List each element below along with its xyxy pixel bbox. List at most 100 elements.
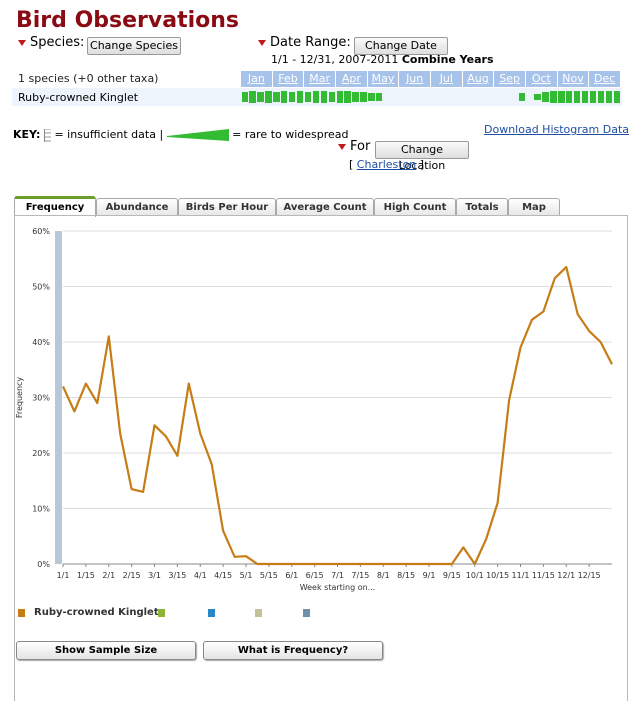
month-sep[interactable]: Sep bbox=[494, 71, 525, 87]
x-tick-label: 2/15 bbox=[123, 571, 141, 580]
month-aug[interactable]: Aug bbox=[462, 71, 494, 87]
histogram-week-bar bbox=[296, 90, 304, 104]
x-tick-label: 9/15 bbox=[443, 571, 461, 580]
insufficient-data-icon bbox=[43, 128, 51, 142]
tab-high-count[interactable]: High Count bbox=[374, 198, 456, 216]
key-row: KEY: = insufficient data | = rare to wid… bbox=[13, 128, 349, 142]
histogram-week-bar bbox=[605, 90, 613, 104]
month-mar[interactable]: Mar bbox=[304, 71, 335, 87]
download-histogram-link[interactable]: Download Histogram Data bbox=[484, 123, 629, 136]
triangle-down-icon bbox=[258, 39, 266, 46]
x-tick-label: 8/15 bbox=[397, 571, 415, 580]
x-tick-label: 6/15 bbox=[306, 571, 324, 580]
x-tick-label: 5/1 bbox=[240, 571, 253, 580]
for-label: For bbox=[350, 139, 371, 154]
date-range-text-row: 1/1 - 12/31, 2007-2011 Combine Years bbox=[271, 53, 494, 66]
histogram-week-bar bbox=[376, 93, 383, 101]
y-tick-label: 30% bbox=[32, 394, 50, 403]
species-row: Ruby-crowned Kinglet bbox=[12, 88, 622, 106]
bracket-close: ] bbox=[419, 158, 425, 171]
x-tick-label: 2/1 bbox=[102, 571, 115, 580]
change-location-button[interactable]: Change Location bbox=[375, 141, 469, 172]
x-tick-label: 3/1 bbox=[148, 571, 161, 580]
y-tick-label: 10% bbox=[32, 505, 50, 514]
month-dec[interactable]: Dec bbox=[589, 71, 620, 87]
date-range-label-row: Date Range: bbox=[258, 35, 351, 50]
x-axis-label: Week starting on... bbox=[300, 583, 376, 592]
histogram-strip bbox=[241, 88, 621, 106]
what-is-frequency-button[interactable]: What is Frequency? bbox=[203, 641, 383, 660]
x-tick-label: 11/15 bbox=[532, 571, 555, 580]
x-tick-label: 8/1 bbox=[377, 571, 390, 580]
y-tick-label: 40% bbox=[32, 338, 50, 347]
month-oct[interactable]: Oct bbox=[526, 71, 557, 87]
month-nov[interactable]: Nov bbox=[557, 71, 589, 87]
histogram-week-bar bbox=[574, 90, 581, 104]
histogram-week-bar bbox=[312, 90, 320, 104]
histogram-week-bar bbox=[542, 91, 549, 103]
legend-series-name: Ruby-crowned Kinglet bbox=[34, 607, 159, 618]
page-title: Bird Observations bbox=[16, 8, 239, 33]
histogram-week-bar bbox=[518, 93, 525, 101]
histogram-week-bar bbox=[336, 90, 343, 104]
location-row: [ Charleston ] bbox=[349, 158, 424, 171]
y-axis-label: Frequency bbox=[15, 377, 24, 419]
month-jul[interactable]: Jul bbox=[431, 71, 462, 87]
tab-frequency[interactable]: Frequency bbox=[14, 196, 96, 217]
x-tick-label: 1/1 bbox=[57, 571, 70, 580]
histogram-week-bar bbox=[550, 90, 557, 104]
x-tick-label: 12/1 bbox=[557, 571, 575, 580]
month-jan[interactable]: Jan bbox=[241, 71, 272, 87]
x-tick-label: 4/15 bbox=[214, 571, 232, 580]
tab-totals[interactable]: Totals bbox=[456, 198, 508, 216]
month-jun[interactable]: Jun bbox=[399, 71, 430, 87]
show-sample-size-button[interactable]: Show Sample Size bbox=[16, 641, 196, 660]
month-apr[interactable]: Apr bbox=[336, 71, 367, 87]
y-tick-label: 0% bbox=[37, 560, 50, 569]
tab-map[interactable]: Map bbox=[508, 198, 560, 216]
histogram-week-bar bbox=[257, 91, 264, 103]
month-may[interactable]: May bbox=[367, 71, 399, 87]
legend-swatch-1 bbox=[18, 609, 25, 617]
x-tick-label: 1/15 bbox=[77, 571, 95, 580]
change-species-button[interactable]: Change Species bbox=[87, 37, 181, 55]
histogram-week-bar bbox=[304, 91, 312, 103]
histogram-week-bar bbox=[368, 93, 375, 101]
species-label: Species: bbox=[30, 35, 85, 50]
rare-to-widespread-icon bbox=[166, 129, 229, 141]
x-tick-label: 6/1 bbox=[285, 571, 298, 580]
x-tick-label: 12/15 bbox=[578, 571, 601, 580]
month-feb[interactable]: Feb bbox=[272, 71, 304, 87]
frequency-chart: 0% 10% 20% 30% 40% 50% 60% Frequency 1/1 1/15 2/1 2… bbox=[15, 227, 613, 592]
histogram-week-bar bbox=[241, 91, 248, 103]
histogram-week-bar bbox=[597, 90, 605, 104]
x-tick-label: 3/15 bbox=[168, 571, 186, 580]
tab-abundance[interactable]: Abundance bbox=[96, 198, 178, 216]
for-label-row: For bbox=[338, 139, 370, 154]
histogram-week-bar bbox=[613, 90, 620, 104]
legend-swatch-5 bbox=[303, 609, 310, 617]
x-tick-label: 4/1 bbox=[194, 571, 207, 580]
key-label: KEY: bbox=[13, 128, 41, 141]
histogram-week-bar bbox=[558, 90, 565, 104]
bracket-open: [ bbox=[349, 158, 354, 171]
tab-birds-per-hour[interactable]: Birds Per Hour bbox=[178, 198, 276, 216]
histogram-week-bar bbox=[320, 90, 328, 104]
tab-average-count[interactable]: Average Count bbox=[276, 198, 374, 216]
combine-years-text: Combine Years bbox=[401, 53, 494, 66]
triangle-down-icon bbox=[18, 39, 26, 46]
histogram-week-bar bbox=[589, 90, 597, 104]
date-range-label: Date Range: bbox=[270, 35, 351, 50]
histogram-week-bar bbox=[581, 90, 589, 104]
histogram-week-bar bbox=[344, 90, 351, 104]
axis-band bbox=[55, 231, 62, 564]
histogram-week-bar bbox=[534, 94, 541, 100]
y-tick-label: 60% bbox=[32, 227, 50, 236]
location-link[interactable]: Charleston bbox=[357, 158, 417, 171]
histogram-week-bar bbox=[249, 90, 256, 104]
histogram-week-bar bbox=[360, 92, 367, 102]
histogram-week-bar bbox=[566, 90, 573, 104]
x-tick-label: 10/1 bbox=[466, 571, 484, 580]
histogram-week-bar bbox=[289, 91, 296, 103]
x-tick-label: 7/1 bbox=[331, 571, 344, 580]
